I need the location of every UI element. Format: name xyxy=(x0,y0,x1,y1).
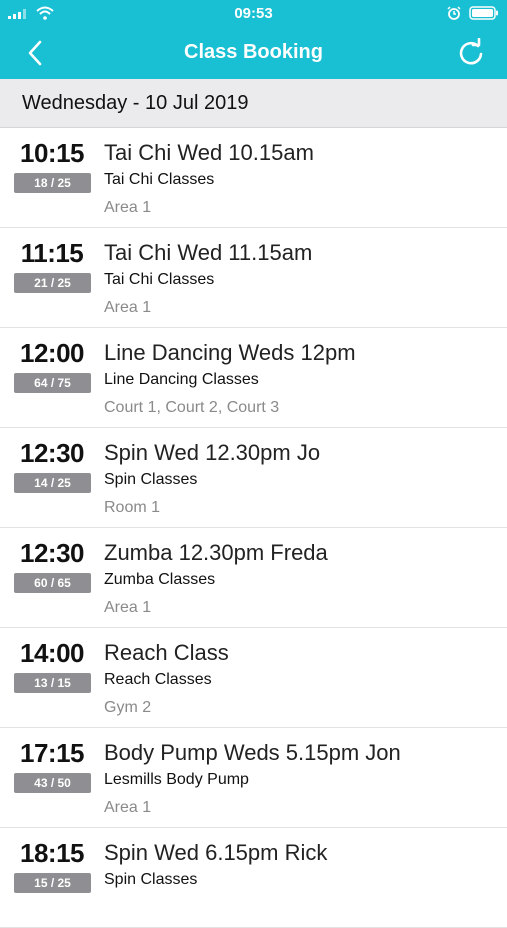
class-row[interactable]: 14:00 13 / 15 Reach Class Reach Classes … xyxy=(0,628,507,728)
class-category: Line Dancing Classes xyxy=(104,371,259,388)
class-row[interactable]: 10:15 18 / 25 Tai Chi Wed 10.15am Tai Ch… xyxy=(0,128,507,228)
class-location: Area 1 xyxy=(104,199,152,216)
class-time: 10:15 xyxy=(20,138,85,168)
class-category: Tai Chi Classes xyxy=(104,271,215,288)
page-title: Class Booking xyxy=(184,41,323,63)
class-location: Room 1 xyxy=(104,499,161,516)
class-category: Tai Chi Classes xyxy=(104,171,215,188)
class-time: 18:15 xyxy=(20,838,85,868)
class-row[interactable]: 12:30 14 / 25 Spin Wed 12.30pm Jo Spin C… xyxy=(0,428,507,528)
status-bar: 09:53 xyxy=(0,0,507,28)
class-name: Line Dancing Weds 12pm xyxy=(104,340,356,365)
capacity-badge: 14 / 25 xyxy=(14,473,91,493)
nav-bar: Class Booking xyxy=(0,28,507,79)
class-category: Lesmills Body Pump xyxy=(104,771,249,788)
class-name: Tai Chi Wed 10.15am xyxy=(104,140,314,165)
class-row[interactable]: 17:15 43 / 50 Body Pump Weds 5.15pm Jon … xyxy=(0,728,507,828)
refresh-icon[interactable] xyxy=(456,38,486,68)
class-name: Body Pump Weds 5.15pm Jon xyxy=(104,740,401,765)
class-name: Reach Class xyxy=(104,640,229,665)
capacity-badge: 43 / 50 xyxy=(14,773,91,793)
class-row[interactable]: 12:00 64 / 75 Line Dancing Weds 12pm Lin… xyxy=(0,328,507,428)
class-name: Spin Wed 12.30pm Jo xyxy=(104,440,321,465)
class-time: 11:15 xyxy=(20,238,84,268)
capacity-badge: 18 / 25 xyxy=(14,173,91,193)
top-bar: 09:53 Class Booking xyxy=(0,0,507,79)
class-time: 14:00 xyxy=(20,638,85,668)
date-label: Wednesday - 10 Jul 2019 xyxy=(22,92,249,114)
class-name: Tai Chi Wed 11.15am xyxy=(104,240,313,265)
class-name: Zumba 12.30pm Freda xyxy=(104,540,328,565)
class-location: Area 1 xyxy=(104,299,152,316)
capacity-badge: 21 / 25 xyxy=(14,273,91,293)
class-location: Area 1 xyxy=(104,599,152,616)
capacity-badge: 64 / 75 xyxy=(14,373,91,393)
class-category: Spin Classes xyxy=(104,471,198,488)
date-section-header: Wednesday - 10 Jul 2019 xyxy=(0,79,507,128)
class-category: Reach Classes xyxy=(104,671,212,688)
battery-icon xyxy=(469,6,498,20)
capacity-badge: 60 / 65 xyxy=(14,573,91,593)
alarm-icon xyxy=(447,6,461,20)
class-row[interactable]: 11:15 21 / 25 Tai Chi Wed 11.15am Tai Ch… xyxy=(0,228,507,328)
class-time: 12:00 xyxy=(20,338,85,368)
class-time: 12:30 xyxy=(20,538,85,568)
class-location: Gym 2 xyxy=(104,699,152,716)
class-time: 12:30 xyxy=(20,438,85,468)
class-name: Spin Wed 6.15pm Rick xyxy=(104,840,328,865)
class-category: Spin Classes xyxy=(104,871,198,888)
class-category: Zumba Classes xyxy=(104,571,216,588)
class-row[interactable]: 12:30 60 / 65 Zumba 12.30pm Freda Zumba … xyxy=(0,528,507,628)
status-time: 09:53 xyxy=(234,5,273,22)
class-time: 17:15 xyxy=(20,738,85,768)
class-row[interactable]: 18:15 15 / 25 Spin Wed 6.15pm Rick Spin … xyxy=(0,828,507,928)
capacity-badge: 15 / 25 xyxy=(14,873,91,893)
class-location: Court 1, Court 2, Court 3 xyxy=(104,399,280,416)
class-list: 10:15 18 / 25 Tai Chi Wed 10.15am Tai Ch… xyxy=(0,128,507,928)
capacity-badge: 13 / 15 xyxy=(14,673,91,693)
class-location: Area 1 xyxy=(104,799,152,816)
